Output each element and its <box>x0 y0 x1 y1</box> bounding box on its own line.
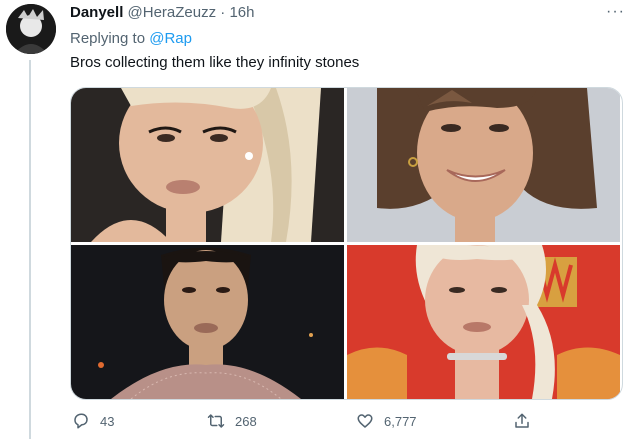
share-icon <box>515 413 529 428</box>
user-handle[interactable]: @HeraZeuzz <box>128 4 217 21</box>
thread-line <box>29 60 31 439</box>
tweet-header: Danyell @HeraZeuzz · 16h <box>70 3 255 23</box>
retweet-icon <box>207 414 225 428</box>
reply-count: 43 <box>100 413 115 429</box>
like-icon <box>357 414 373 428</box>
retweet-count: 268 <box>235 413 257 429</box>
display-name[interactable]: Danyell <box>70 4 123 21</box>
retweet-button[interactable]: 268 <box>207 412 257 430</box>
share-button[interactable] <box>513 412 531 430</box>
replying-to-prefix: Replying to <box>70 30 146 47</box>
replying-to: Replying to @Rap <box>70 29 192 49</box>
like-count: 6,777 <box>384 413 417 429</box>
photo-3[interactable] <box>71 245 344 399</box>
like-button[interactable]: 6,777 <box>356 412 417 430</box>
replying-to-mention[interactable]: @Rap <box>149 30 192 47</box>
reply-button[interactable]: 43 <box>72 412 114 430</box>
tweet[interactable]: Danyell @HeraZeuzz · 16h ··· Replying to… <box>0 0 641 439</box>
media-grid <box>70 87 623 400</box>
photo-4[interactable] <box>347 245 620 399</box>
timestamp[interactable]: 16h <box>229 4 254 21</box>
tweet-text: Bros collecting them like they infinity … <box>70 54 360 71</box>
separator-dot: · <box>220 4 226 21</box>
tweet-actions: 43 268 6,777 <box>70 412 621 434</box>
reply-icon <box>74 413 88 429</box>
avatar[interactable] <box>6 4 56 54</box>
photo-1[interactable] <box>71 88 344 242</box>
photo-2[interactable] <box>347 88 620 242</box>
more-options-icon[interactable]: ··· <box>606 4 625 20</box>
